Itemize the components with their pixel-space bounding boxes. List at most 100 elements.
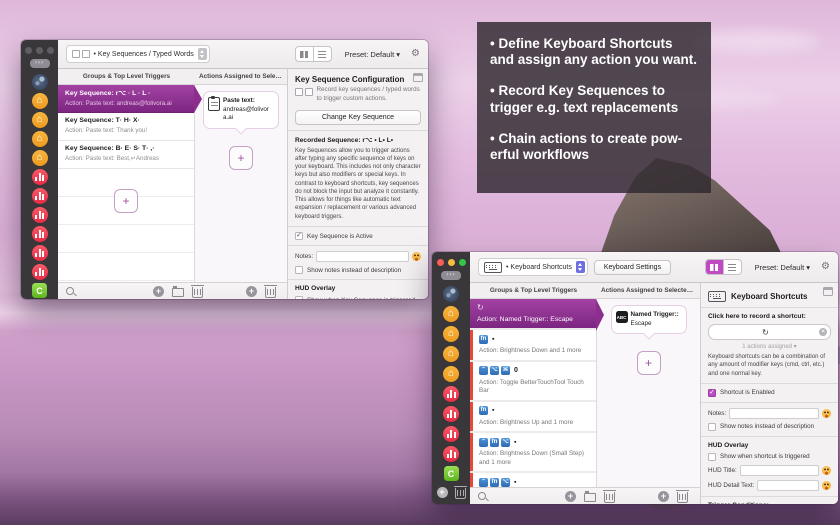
window-controls[interactable] [437, 259, 466, 266]
notes-input[interactable] [316, 251, 409, 262]
trigger-row[interactable]: ⌃fn⌥▪Action: Brightness Down (Small Step… [470, 433, 596, 473]
show-notes-checkbox[interactable] [295, 266, 303, 274]
active-checkbox[interactable] [295, 232, 303, 240]
zoom-button[interactable] [459, 259, 466, 266]
hud-show-checkbox[interactable] [295, 296, 303, 299]
search-icon[interactable] [66, 287, 74, 295]
chart-icon[interactable] [32, 169, 48, 185]
trigger-row[interactable]: ↻Action: Named Trigger:: Escape [470, 299, 596, 330]
window-proxy-icon[interactable] [823, 287, 833, 296]
hud-detail-input[interactable] [757, 480, 819, 491]
chart-icon[interactable] [32, 188, 48, 204]
new-folder-icon[interactable] [584, 493, 596, 502]
show-notes-checkbox[interactable] [708, 423, 716, 431]
add-trigger-button[interactable]: + [114, 189, 138, 213]
globe-icon[interactable] [443, 286, 459, 302]
delete-action-button[interactable] [677, 492, 688, 503]
clear-shortcut-icon[interactable]: ✕ [819, 328, 827, 336]
home-icon[interactable]: ⌂ [32, 93, 48, 109]
callout-bullet: • Chain actions to create pow-erful work… [490, 131, 698, 163]
keyboard-settings-button[interactable]: Keyboard Settings [594, 260, 671, 275]
list-view-button[interactable] [723, 260, 741, 274]
home-icon[interactable]: ⌂ [443, 346, 459, 362]
home-icon[interactable]: ⌂ [32, 150, 48, 166]
add-action-button[interactable]: + [637, 351, 661, 375]
stepper-icon[interactable] [198, 48, 207, 60]
chart-icon[interactable] [443, 426, 459, 442]
close-button[interactable] [437, 259, 444, 266]
delete-action-button[interactable] [265, 287, 276, 298]
minimize-button[interactable] [36, 47, 43, 54]
action-title: Paste text: [223, 97, 274, 106]
desktop-background: • Define Keyboard Shortcuts and assign a… [0, 0, 840, 525]
globe-icon[interactable] [32, 74, 48, 90]
trigger-row[interactable]: fn▪Action: Brightness Up and 1 more [470, 402, 596, 434]
chart-icon[interactable] [443, 406, 459, 422]
add-action-button[interactable]: + [229, 146, 253, 170]
shortcut-recorder-field[interactable]: ↻ ✕ [708, 324, 831, 340]
appc-icon[interactable]: C [32, 283, 47, 298]
home-icon[interactable]: ⌂ [32, 131, 48, 147]
keycaps-icon [295, 88, 313, 104]
add-trigger-button[interactable]: + [153, 286, 164, 297]
emoji-picker-icon[interactable] [822, 409, 831, 418]
home-icon[interactable]: ⌂ [32, 112, 48, 128]
enabled-checkbox[interactable] [708, 389, 716, 397]
window-proxy-icon[interactable] [413, 73, 423, 82]
columns-view-button[interactable] [706, 260, 723, 274]
search-icon[interactable] [478, 492, 486, 500]
minimize-button[interactable] [448, 259, 455, 266]
close-button[interactable] [25, 47, 32, 54]
chart-icon[interactable] [32, 245, 48, 261]
hud-title-input[interactable] [740, 465, 819, 476]
keyboard-icon [484, 262, 502, 273]
expand-button[interactable]: ››› [441, 271, 461, 280]
settings-gear-icon[interactable]: ⚙ [821, 262, 830, 272]
notes-input[interactable] [729, 408, 819, 419]
add-trigger-button[interactable]: + [565, 491, 576, 502]
chart-icon[interactable] [32, 207, 48, 223]
trigger-row[interactable]: Key Sequence: T· H· X·Action: Paste text… [58, 113, 194, 141]
window-controls[interactable] [25, 47, 54, 54]
columns-view-button[interactable] [296, 47, 313, 61]
delete-trigger-button[interactable] [604, 492, 615, 503]
trigger-type-dropdown[interactable]: • Key Sequences / Typed Words [66, 45, 210, 63]
trigger-type-dropdown[interactable]: • Keyboard Shortcuts [478, 258, 588, 276]
chart-icon[interactable] [32, 226, 48, 242]
column-headers: Groups & Top Level Triggers Actions Assi… [470, 283, 700, 299]
add-group-button[interactable]: + [437, 487, 448, 498]
emoji-picker-icon[interactable] [822, 466, 831, 475]
delete-group-button[interactable] [455, 488, 466, 499]
appc-icon[interactable]: C [444, 466, 459, 481]
hud-show-checkbox[interactable] [708, 453, 716, 461]
stepper-icon[interactable] [576, 261, 585, 273]
chart-icon[interactable] [32, 264, 48, 280]
expand-button[interactable]: ››› [30, 59, 50, 68]
trigger-action: Action: Brightness Down (Small Step) and… [479, 450, 590, 467]
trigger-row[interactable]: fn▪Action: Brightness Down and 1 more [470, 330, 596, 362]
trigger-action: Action: Named Trigger:: Escape [477, 315, 590, 324]
settings-gear-icon[interactable]: ⚙ [411, 49, 420, 59]
trigger-row[interactable]: ⌃⌥⌘0Action: Toggle BetterTouchTool Touch… [470, 362, 596, 402]
zoom-button[interactable] [47, 47, 54, 54]
change-key-sequence-button[interactable]: Change Key Sequence [295, 110, 421, 125]
emoji-picker-icon[interactable] [822, 481, 831, 490]
trigger-row[interactable]: Key Sequence: B· E· S· T· ,·Action: Past… [58, 141, 194, 169]
add-action-button[interactable]: + [658, 491, 669, 502]
preset-selector[interactable]: Preset: Default ▾ [755, 263, 810, 272]
add-action-button[interactable]: + [246, 286, 257, 297]
trigger-row[interactable]: Key Sequence: r⌥ · L · L ·Action: Paste … [58, 85, 194, 113]
delete-trigger-button[interactable] [192, 287, 203, 298]
list-view-button[interactable] [313, 47, 331, 61]
emoji-picker-icon[interactable] [412, 252, 421, 261]
actions-assigned-label[interactable]: 1 actions assigned ▾ [708, 343, 831, 350]
home-icon[interactable]: ⌂ [443, 366, 459, 382]
preset-selector[interactable]: Preset: Default ▾ [345, 50, 400, 59]
keyboard-icon [708, 291, 726, 302]
trigger-conditions-header: Trigger Conditions: [708, 502, 831, 504]
chart-icon[interactable] [443, 446, 459, 462]
home-icon[interactable]: ⌂ [443, 306, 459, 322]
chart-icon[interactable] [443, 386, 459, 402]
new-folder-icon[interactable] [172, 288, 184, 297]
home-icon[interactable]: ⌂ [443, 326, 459, 342]
